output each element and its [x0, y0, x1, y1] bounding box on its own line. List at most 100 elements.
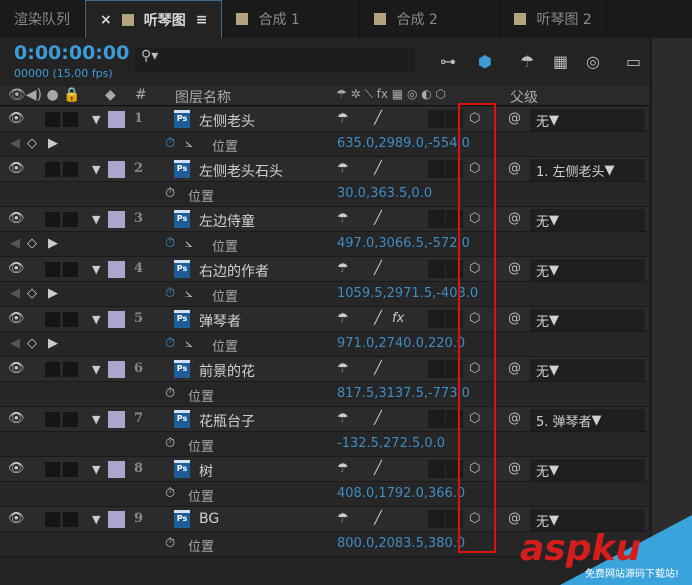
keyframe-icon[interactable]: ◇: [27, 336, 37, 351]
search-input[interactable]: ⚲▾: [135, 48, 415, 72]
next-keyframe-icon[interactable]: ▶: [48, 336, 58, 351]
3d-layer-switch-icon[interactable]: ⬡: [469, 161, 480, 176]
stopwatch-icon[interactable]: ⏱: [165, 386, 175, 401]
quality-switch-icon[interactable]: ╱: [374, 461, 382, 476]
expand-triangle-icon[interactable]: ▼: [92, 313, 100, 326]
3d-layer-switch-icon[interactable]: ⬡: [469, 311, 480, 326]
3d-layer-switch-icon[interactable]: ⬡: [469, 361, 480, 376]
motion-blur-switch[interactable]: [446, 110, 463, 128]
stopwatch-icon[interactable]: ⏱: [165, 136, 175, 151]
label-color-swatch[interactable]: [108, 111, 125, 128]
eye-icon[interactable]: 👁: [8, 261, 25, 276]
layer-row[interactable]: 👁 ▼ 3 Ps 左边侍童 ☂ ╱ ⬡ @ 无 ▼: [0, 207, 648, 232]
label-color-swatch[interactable]: [108, 161, 125, 178]
layer-row[interactable]: 👁 ▼ 2 Ps 左侧老头石头 ☂ ╱ ⬡ @1. 左侧老头 ▼: [0, 157, 648, 182]
layer-name[interactable]: 弹琴者: [199, 311, 241, 331]
eye-icon[interactable]: 👁: [8, 211, 25, 226]
prev-keyframe-icon[interactable]: ◀: [10, 136, 20, 151]
shy-icon[interactable]: ☂: [520, 52, 534, 71]
pick-whip-icon[interactable]: @: [508, 511, 521, 526]
solo-toggle[interactable]: [45, 162, 60, 177]
comp-flowchart-icon[interactable]: ⊶: [440, 52, 456, 71]
motion-blur-switch[interactable]: [446, 160, 463, 178]
label-color-swatch[interactable]: [108, 311, 125, 328]
fx-switch-icon[interactable]: fx: [392, 311, 404, 326]
solo-toggle[interactable]: [45, 412, 60, 427]
label-color-swatch[interactable]: [108, 511, 125, 528]
stopwatch-icon[interactable]: ⏱: [165, 286, 175, 301]
layer-name[interactable]: 前景的花: [199, 361, 255, 381]
keyframe-icon[interactable]: ◇: [27, 286, 37, 301]
motion-blur-switch[interactable]: [446, 510, 463, 528]
frame-blending-icon[interactable]: ▦: [553, 52, 568, 71]
label-color-swatch[interactable]: [108, 411, 125, 428]
pick-whip-icon[interactable]: @: [508, 361, 521, 376]
tab-render-queue[interactable]: 渲染队列: [0, 0, 85, 38]
property-value[interactable]: 800.0,2083.5,380.0: [337, 536, 465, 551]
layer-name[interactable]: 花瓶台子: [199, 411, 255, 431]
expand-triangle-icon[interactable]: ▼: [92, 413, 100, 426]
lock-toggle[interactable]: [63, 412, 78, 427]
motion-blur-switch[interactable]: [446, 360, 463, 378]
3d-layer-switch-icon[interactable]: ⬡: [469, 411, 480, 426]
shy-switch-icon[interactable]: ☂: [337, 411, 349, 426]
tab-comp-2[interactable]: 合成 2: [360, 0, 501, 38]
layer-row[interactable]: 👁 ▼ 4 Ps 右边的作者 ☂ ╱ ⬡ @ 无 ▼: [0, 257, 648, 282]
eye-icon[interactable]: 👁: [8, 461, 25, 476]
pick-whip-icon[interactable]: @: [508, 161, 521, 176]
label-color-swatch[interactable]: [108, 461, 125, 478]
pick-whip-icon[interactable]: @: [508, 261, 521, 276]
motion-blur-switch[interactable]: [446, 210, 463, 228]
graph-icon[interactable]: ⦣: [185, 336, 192, 351]
next-keyframe-icon[interactable]: ▶: [48, 236, 58, 251]
prev-keyframe-icon[interactable]: ◀: [10, 286, 20, 301]
parent-dropdown[interactable]: 无 ▼: [530, 259, 645, 281]
3d-layer-switch-icon[interactable]: ⬡: [469, 261, 480, 276]
eye-icon[interactable]: 👁: [8, 311, 25, 326]
lock-toggle[interactable]: [63, 312, 78, 327]
quality-switch-icon[interactable]: ╱: [374, 511, 382, 526]
layer-name[interactable]: 左边侍童: [199, 211, 255, 231]
layer-name[interactable]: 左侧老头: [199, 111, 255, 131]
property-value[interactable]: 971.0,2740.0,220.0: [337, 336, 465, 351]
label-color-swatch[interactable]: [108, 211, 125, 228]
keyframe-icon[interactable]: ◇: [27, 236, 37, 251]
timeline-strip[interactable]: [650, 38, 692, 585]
solo-toggle[interactable]: [45, 212, 60, 227]
keyframe-icon[interactable]: ◇: [27, 136, 37, 151]
prev-keyframe-icon[interactable]: ◀: [10, 236, 20, 251]
frame-blend-switch[interactable]: [428, 460, 445, 478]
layer-row[interactable]: 👁 ▼ 7 Ps 花瓶台子 ☂ ╱ ⬡ @5. 弹琴者 ▼: [0, 407, 648, 432]
shy-switch-icon[interactable]: ☂: [337, 261, 349, 276]
solo-toggle[interactable]: [45, 462, 60, 477]
current-time[interactable]: 0:00:00:00: [14, 42, 129, 64]
solo-toggle[interactable]: [45, 112, 60, 127]
stopwatch-icon[interactable]: ⏱: [165, 186, 175, 201]
expand-triangle-icon[interactable]: ▼: [92, 163, 100, 176]
label-color-swatch[interactable]: [108, 361, 125, 378]
shy-switch-icon[interactable]: ☂: [337, 461, 349, 476]
eye-icon[interactable]: 👁: [8, 411, 25, 426]
layer-name[interactable]: 右边的作者: [199, 261, 269, 281]
solo-toggle[interactable]: [45, 312, 60, 327]
solo-toggle[interactable]: [45, 512, 60, 527]
3d-layer-switch-icon[interactable]: ⬡: [469, 211, 480, 226]
parent-dropdown[interactable]: 无 ▼: [530, 459, 645, 481]
frame-blend-switch[interactable]: [428, 160, 445, 178]
quality-switch-icon[interactable]: ╱: [374, 311, 382, 326]
solo-toggle[interactable]: [45, 262, 60, 277]
stopwatch-icon[interactable]: ⏱: [165, 536, 175, 551]
frame-blend-switch[interactable]: [428, 360, 445, 378]
lock-toggle[interactable]: [63, 462, 78, 477]
property-value[interactable]: -132.5,272.5,0.0: [337, 436, 445, 451]
expand-triangle-icon[interactable]: ▼: [92, 363, 100, 376]
motion-blur-switch[interactable]: [446, 260, 463, 278]
lock-toggle[interactable]: [63, 112, 78, 127]
lock-toggle[interactable]: [63, 162, 78, 177]
quality-switch-icon[interactable]: ╱: [374, 411, 382, 426]
parent-dropdown[interactable]: 无 ▼: [530, 359, 645, 381]
graph-icon[interactable]: ⦣: [185, 136, 192, 151]
expand-triangle-icon[interactable]: ▼: [92, 263, 100, 276]
lock-toggle[interactable]: [63, 512, 78, 527]
eye-icon[interactable]: 👁: [8, 161, 25, 176]
